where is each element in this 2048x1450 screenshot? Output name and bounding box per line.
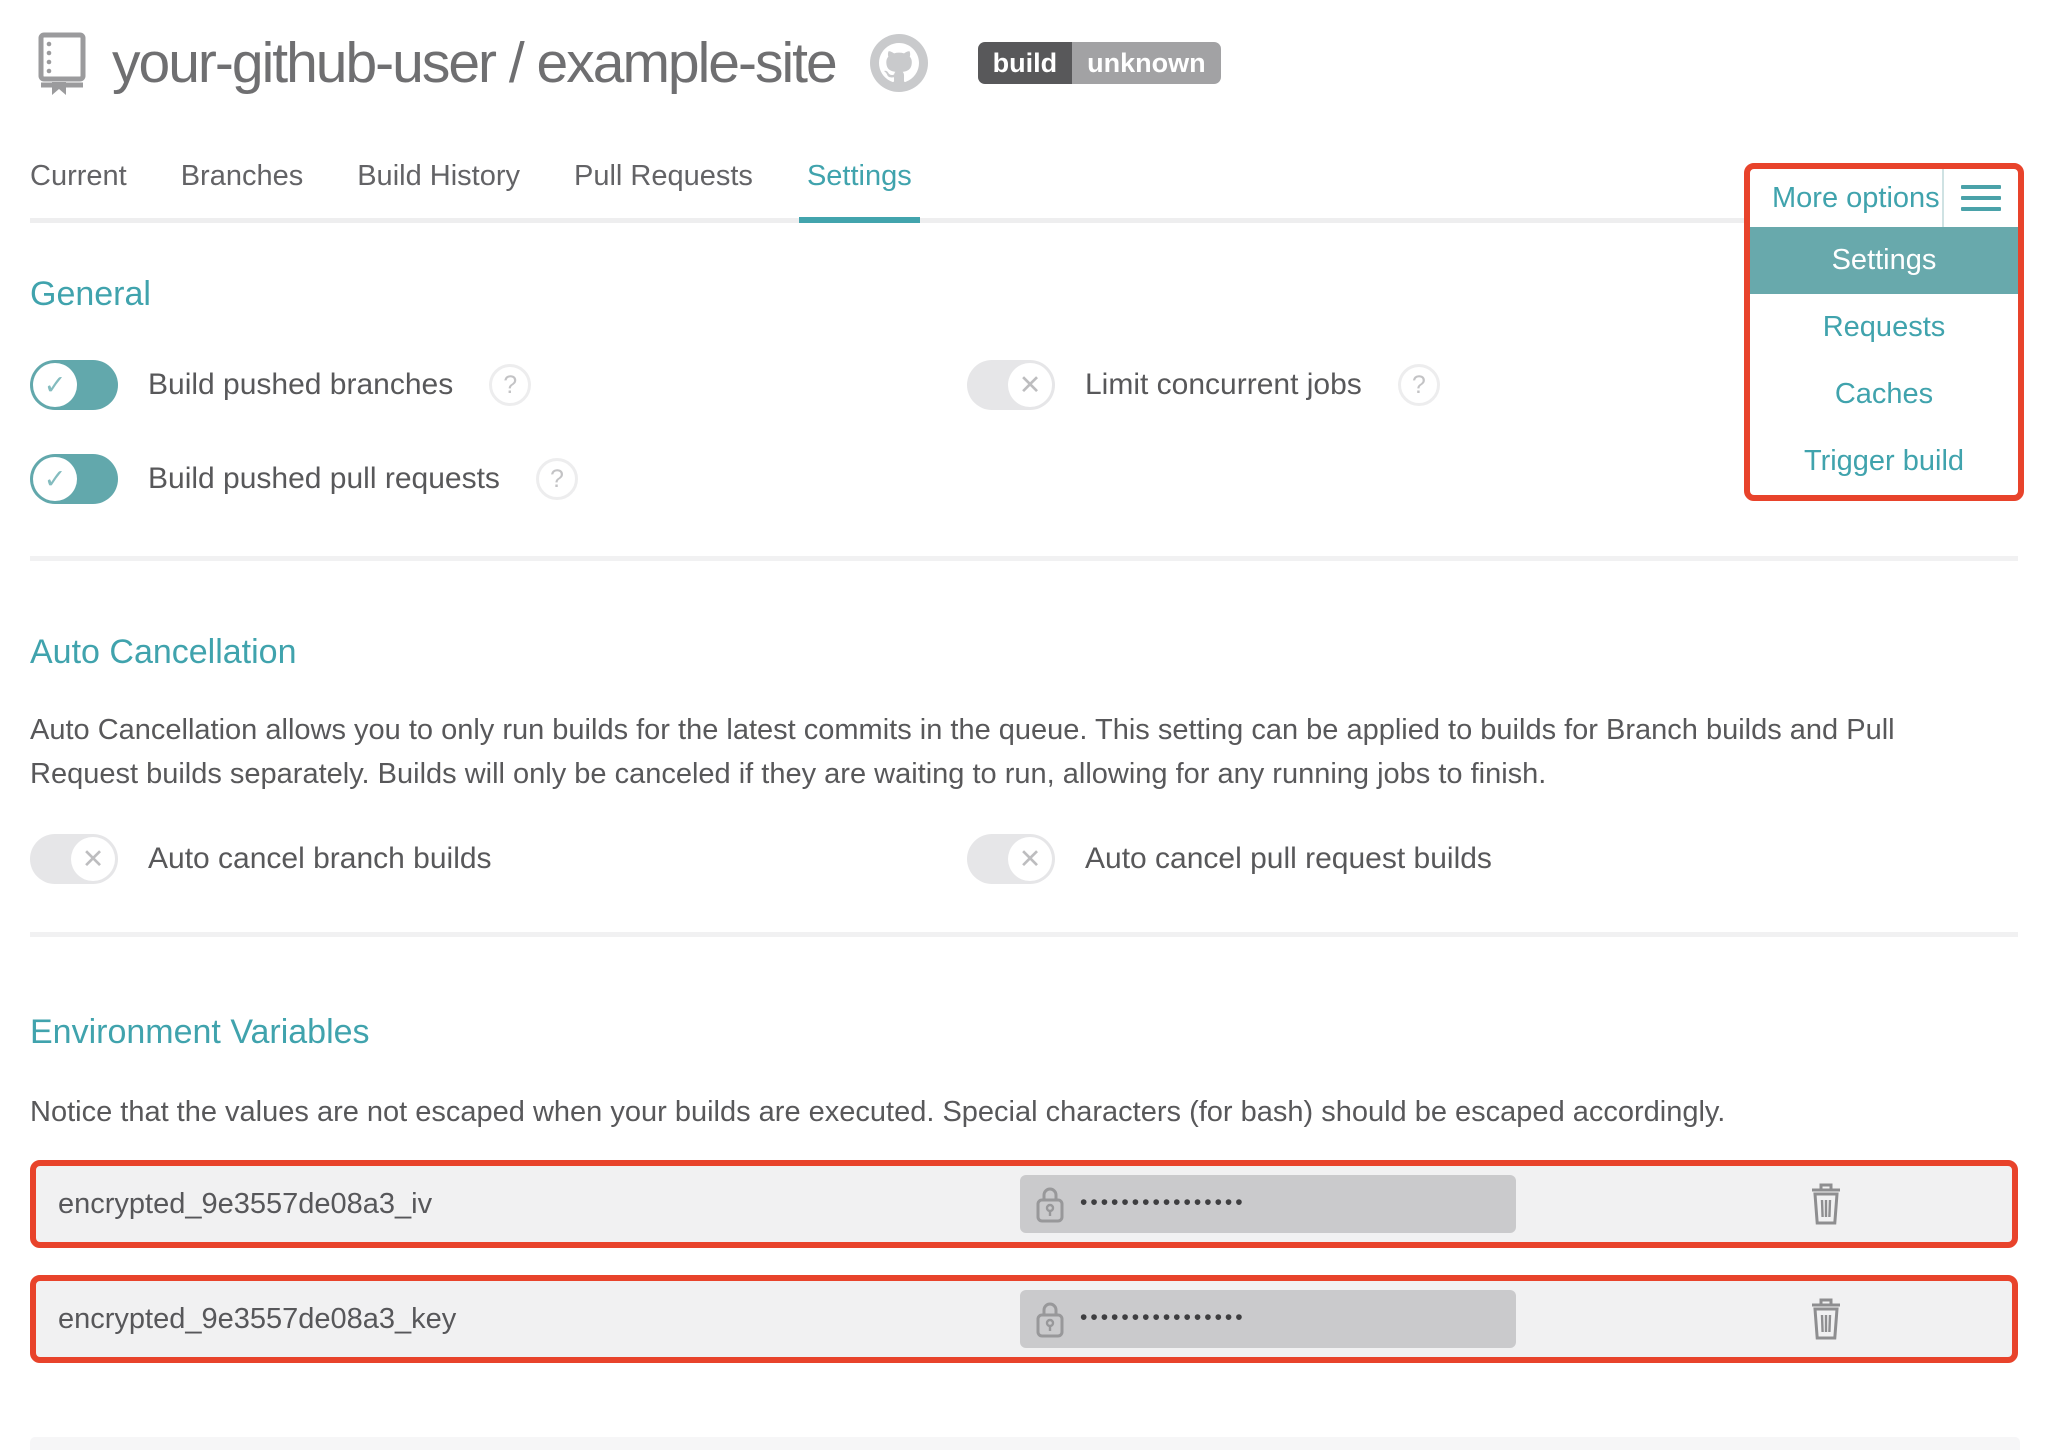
help-icon[interactable]: ? xyxy=(1398,364,1440,406)
section-divider xyxy=(30,556,2018,561)
menu-item-settings[interactable]: Settings xyxy=(1750,227,2018,294)
build-pushed-branches-toggle[interactable]: ✓ xyxy=(30,360,118,410)
env-var-value-field[interactable]: •••••••••••••••• xyxy=(1020,1290,1516,1348)
auto-cancel-pull-request-builds-toggle[interactable]: ✕ xyxy=(967,834,1055,884)
settings-page: your-github-user / example-site build un… xyxy=(0,0,2048,1450)
delete-env-var-icon[interactable] xyxy=(1808,1181,1844,1227)
env-var-name: encrypted_9e3557de08a3_iv xyxy=(58,1188,1020,1221)
toggle-row-auto-cancel-branch-builds: ✕ Auto cancel branch builds xyxy=(30,834,967,884)
env-var-row-key: encrypted_9e3557de08a3_key •••••••••••••… xyxy=(30,1275,2018,1363)
lock-icon xyxy=(1035,1299,1065,1340)
toggle-row-build-pushed-pull-requests: ✓ Build pushed pull requests ? xyxy=(30,454,967,504)
environment-variables-heading: Environment Variables xyxy=(30,1013,2018,1052)
menu-item-trigger-build[interactable]: Trigger build xyxy=(1750,428,2018,495)
toggle-label: Auto cancel branch builds xyxy=(148,842,492,876)
environment-variables-notice: Notice that the values are not escaped w… xyxy=(30,1090,1925,1134)
env-var-row-iv: encrypted_9e3557de08a3_iv ••••••••••••••… xyxy=(30,1160,2018,1248)
lock-icon xyxy=(1035,1184,1065,1225)
hamburger-menu-icon[interactable] xyxy=(1942,169,2018,227)
tab-branches[interactable]: Branches xyxy=(181,160,304,193)
menu-item-requests[interactable]: Requests xyxy=(1750,294,2018,361)
toggle-check-icon: ✓ xyxy=(33,457,77,501)
next-row-partial xyxy=(30,1437,2020,1450)
delete-env-var-icon[interactable] xyxy=(1808,1296,1844,1342)
toggle-label: Limit concurrent jobs xyxy=(1085,368,1362,402)
toggle-label: Auto cancel pull request builds xyxy=(1085,842,1492,876)
auto-cancel-branch-builds-toggle[interactable]: ✕ xyxy=(30,834,118,884)
env-var-name: encrypted_9e3557de08a3_key xyxy=(58,1303,1020,1336)
more-options-label[interactable]: More options xyxy=(1750,169,1942,227)
tab-pull-requests[interactable]: Pull Requests xyxy=(574,160,753,193)
badge-build-label: build xyxy=(978,42,1072,84)
toggle-cross-icon: ✕ xyxy=(1008,363,1052,407)
env-var-value-field[interactable]: •••••••••••••••• xyxy=(1020,1175,1516,1233)
build-status-badge: build unknown xyxy=(978,42,1221,84)
page-title: your-github-user / example-site xyxy=(112,30,836,96)
toggle-cross-icon: ✕ xyxy=(71,837,115,881)
section-divider xyxy=(30,932,2018,937)
build-pushed-pull-requests-toggle[interactable]: ✓ xyxy=(30,454,118,504)
toggle-label: Build pushed branches xyxy=(148,368,453,402)
more-options-dropdown: More options Settings Requests Caches Tr… xyxy=(1744,163,2024,501)
auto-cancellation-description: Auto Cancellation allows you to only run… xyxy=(30,708,1925,796)
menu-item-caches[interactable]: Caches xyxy=(1750,361,2018,428)
toggle-row-auto-cancel-pull-request-builds: ✕ Auto cancel pull request builds xyxy=(967,834,2018,884)
masked-value: •••••••••••••••• xyxy=(1080,1306,1246,1330)
more-options-header: More options xyxy=(1750,169,2018,227)
github-logo-icon[interactable] xyxy=(870,34,928,92)
badge-status-value: unknown xyxy=(1072,42,1220,84)
toggle-check-icon: ✓ xyxy=(33,363,77,407)
limit-concurrent-jobs-toggle[interactable]: ✕ xyxy=(967,360,1055,410)
repo-header: your-github-user / example-site build un… xyxy=(30,0,2018,104)
help-icon[interactable]: ? xyxy=(536,458,578,500)
general-heading: General xyxy=(30,275,2018,314)
tab-settings[interactable]: Settings xyxy=(807,160,912,193)
repo-book-icon xyxy=(30,30,88,96)
toggle-row-build-pushed-branches: ✓ Build pushed branches ? xyxy=(30,360,967,410)
repo-tabbar: Current Branches Build History Pull Requ… xyxy=(30,160,2018,223)
toggle-label: Build pushed pull requests xyxy=(148,462,500,496)
help-icon[interactable]: ? xyxy=(489,364,531,406)
tab-build-history[interactable]: Build History xyxy=(357,160,520,193)
tab-current[interactable]: Current xyxy=(30,160,127,193)
masked-value: •••••••••••••••• xyxy=(1080,1191,1246,1215)
toggle-cross-icon: ✕ xyxy=(1008,837,1052,881)
auto-cancellation-heading: Auto Cancellation xyxy=(30,633,2018,672)
